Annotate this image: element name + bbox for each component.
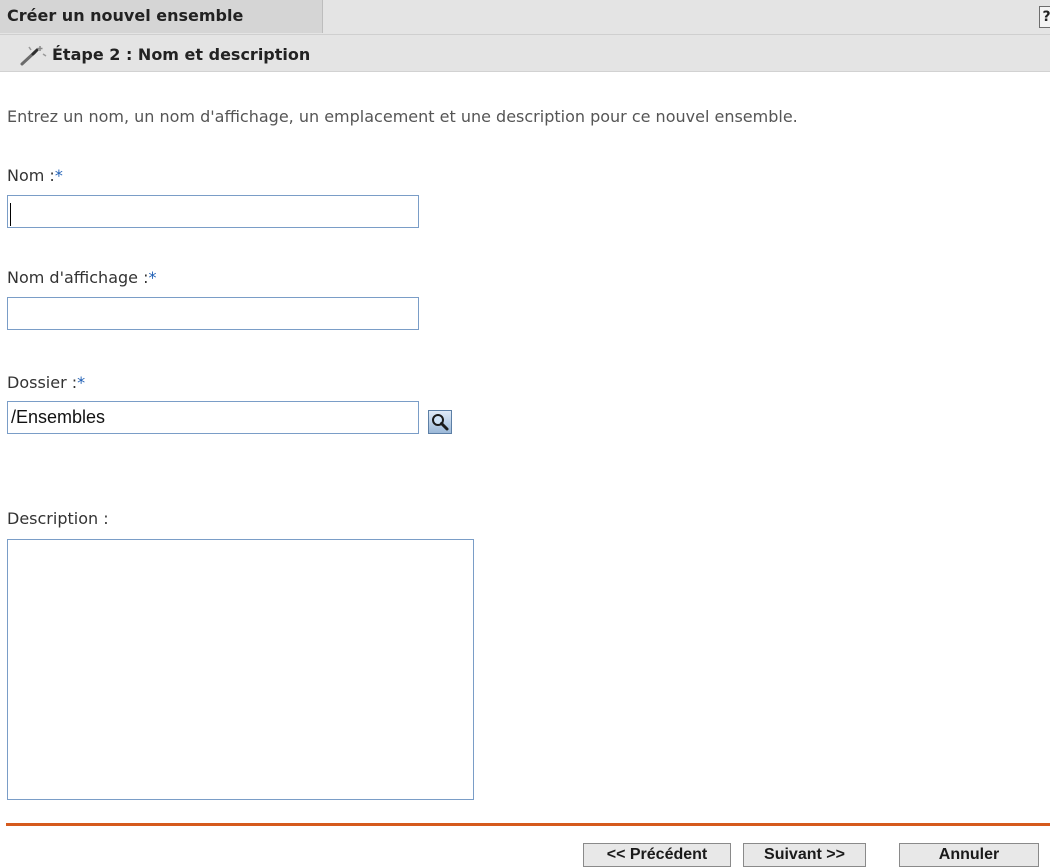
folder-label: Dossier :* <box>7 373 85 392</box>
folder-required-mark: * <box>77 373 86 392</box>
display-name-input[interactable] <box>7 297 419 330</box>
help-button[interactable]: ? <box>1039 6 1050 28</box>
next-button[interactable]: Suivant >> <box>743 843 866 867</box>
wand-icon <box>20 46 47 66</box>
text-caret <box>10 203 11 226</box>
magnifier-icon <box>432 414 449 431</box>
name-label: Nom :* <box>7 166 63 185</box>
folder-browse-button[interactable] <box>428 410 452 434</box>
intro-text: Entrez un nom, un nom d'affichage, un em… <box>7 107 798 126</box>
display-name-label-text: Nom d'affichage : <box>7 268 149 287</box>
folder-label-text: Dossier : <box>7 373 78 392</box>
previous-button[interactable]: << Précédent <box>583 843 731 867</box>
name-label-text: Nom : <box>7 166 55 185</box>
display-name-required-mark: * <box>148 268 157 287</box>
step-title: Étape 2 : Nom et description <box>52 45 311 64</box>
cancel-button[interactable]: Annuler <box>899 843 1039 867</box>
display-name-label: Nom d'affichage :* <box>7 268 156 287</box>
name-required-mark: * <box>54 166 63 185</box>
name-input[interactable] <box>7 195 419 228</box>
description-label: Description : <box>7 509 109 528</box>
page-title: Créer un nouvel ensemble <box>7 6 244 25</box>
title-bar: Créer un nouvel ensemble <box>0 0 1050 35</box>
folder-input[interactable]: /Ensembles <box>7 401 419 434</box>
footer-divider <box>6 823 1050 826</box>
description-textarea[interactable] <box>7 539 474 800</box>
title-tab: Créer un nouvel ensemble <box>0 0 323 33</box>
